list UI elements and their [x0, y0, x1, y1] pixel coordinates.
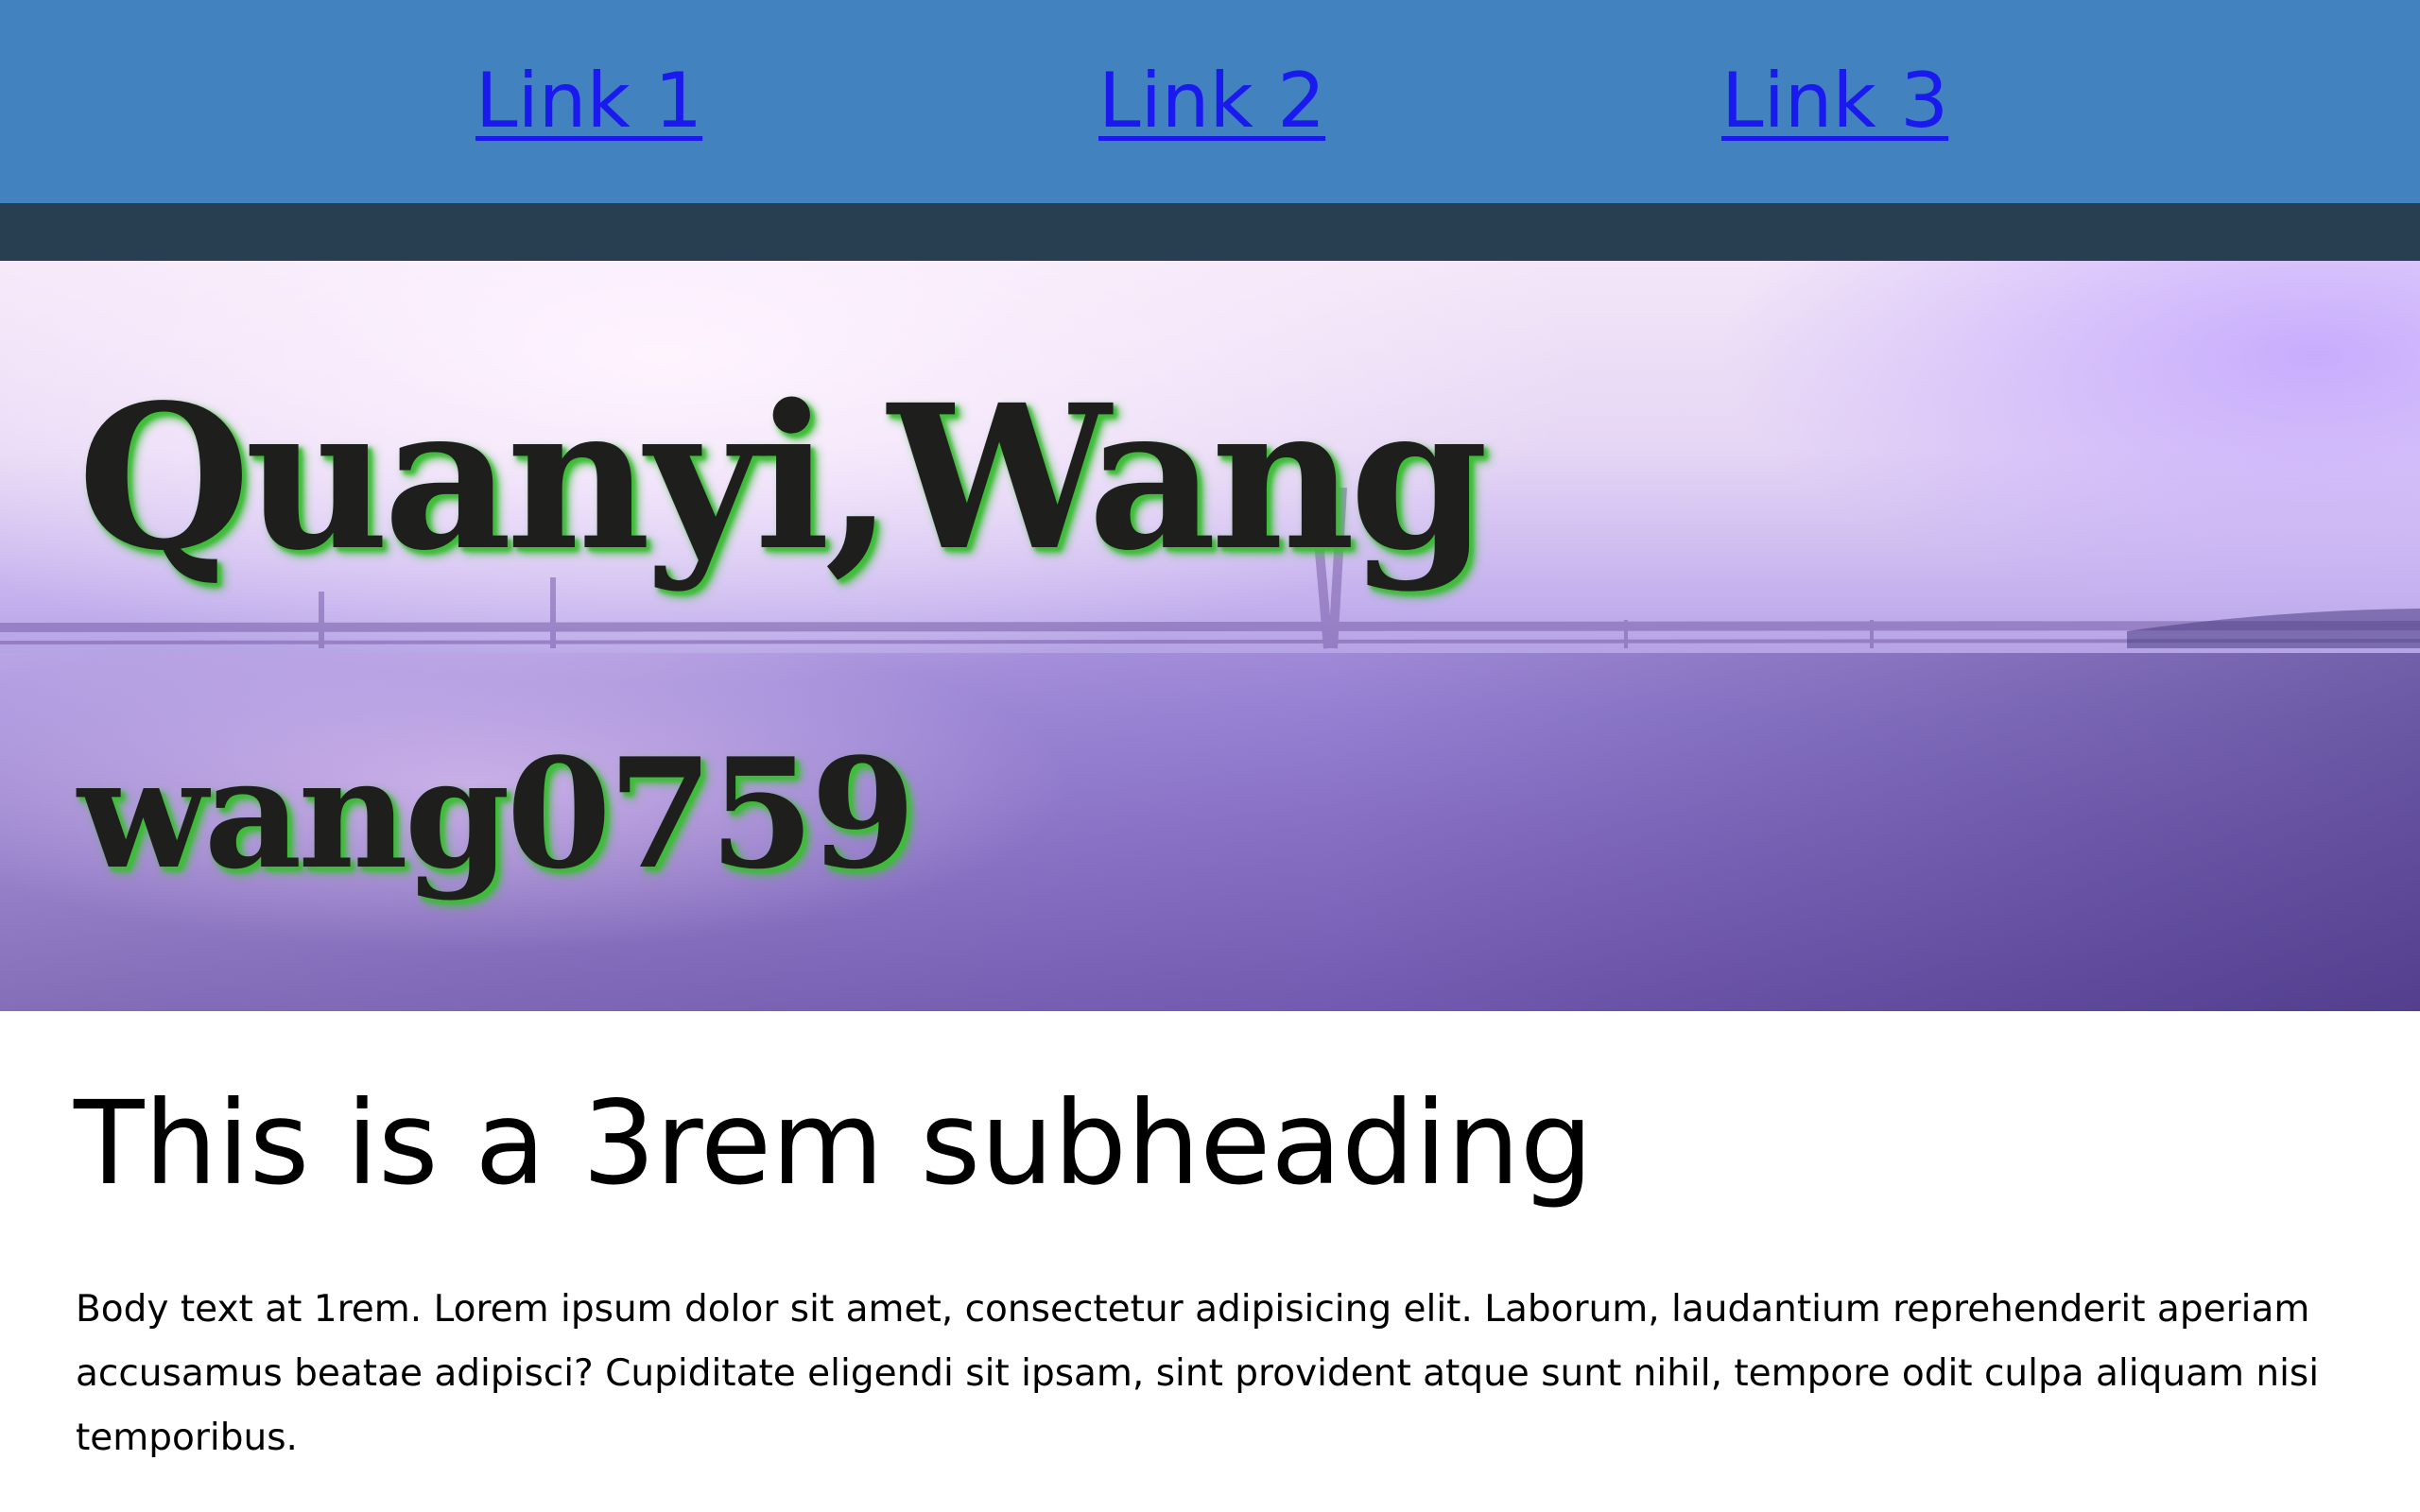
nav-link-3[interactable]: Link 3 [1721, 49, 1948, 153]
nav-link-1[interactable]: Link 1 [475, 49, 702, 153]
nav-link-2[interactable]: Link 2 [1098, 49, 1325, 153]
body-paragraph: Body text at 1rem. Lorem ipsum dolor sit… [76, 1288, 2320, 1459]
nav-divider-band [0, 203, 2420, 261]
hero-banner: Quanyi,Wang wang0759 [0, 261, 2420, 1011]
hero-title: Quanyi,Wang [78, 361, 1488, 594]
top-navigation: Link 1 Link 2 Link 3 [0, 0, 2420, 203]
page-subheading: This is a 3rem subheading [74, 1076, 1594, 1211]
hero-subtitle: wang0759 [78, 725, 916, 902]
